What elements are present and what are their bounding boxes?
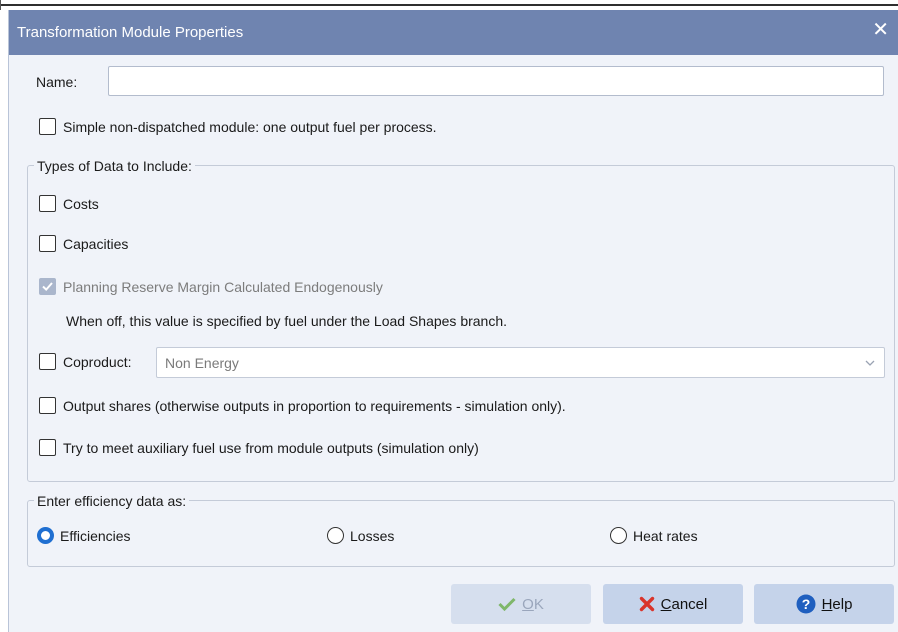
radio-losses[interactable]: Losses <box>327 527 394 544</box>
ok-button[interactable]: OK <box>451 584 591 624</box>
top-left-tick <box>0 0 1 10</box>
coproduct-label: Coproduct: <box>63 353 132 370</box>
transformation-module-properties-dialog: Transformation Module Properties ✕ Name:… <box>8 10 898 632</box>
costs-checkbox-row[interactable]: Costs <box>39 195 99 212</box>
radio-efficiencies-circle[interactable] <box>37 527 54 544</box>
cancel-label-rest: ancel <box>671 595 708 613</box>
question-icon: ? <box>796 594 816 614</box>
efficiency-group <box>27 500 895 567</box>
help-label-underlined: H <box>821 595 833 613</box>
auxiliary-label: Try to meet auxiliary fuel use from modu… <box>63 439 479 456</box>
dialog-titlebar: Transformation Module Properties ✕ <box>9 10 898 55</box>
efficiency-group-title: Enter efficiency data as: <box>34 493 190 509</box>
radio-losses-circle[interactable] <box>327 527 344 544</box>
output-shares-checkbox-row[interactable]: Output shares (otherwise outputs in prop… <box>39 397 566 414</box>
radio-heat-rates-label: Heat rates <box>633 527 698 544</box>
name-input[interactable] <box>108 66 884 96</box>
radio-heat-rates-circle[interactable] <box>610 527 627 544</box>
planning-reserve-checkbox <box>39 278 56 295</box>
red-x-icon <box>639 596 655 612</box>
coproduct-checkbox-row[interactable]: Coproduct: <box>39 353 131 370</box>
ok-label-rest: K <box>533 595 544 613</box>
radio-losses-label: Losses <box>350 527 395 544</box>
top-border-line <box>0 4 898 6</box>
costs-checkbox[interactable] <box>39 195 56 212</box>
simple-module-checkbox[interactable] <box>39 118 56 135</box>
coproduct-checkbox[interactable] <box>39 353 56 370</box>
close-icon[interactable]: ✕ <box>872 20 889 40</box>
planning-reserve-label: Planning Reserve Margin Calculated Endog… <box>63 278 383 295</box>
output-shares-label: Output shares (otherwise outputs in prop… <box>63 397 566 414</box>
output-shares-checkbox[interactable] <box>39 397 56 414</box>
checkmark-icon <box>498 597 516 611</box>
cancel-button[interactable]: Cancel <box>603 584 743 624</box>
checkmark-icon <box>42 282 53 292</box>
simple-module-checkbox-row[interactable]: Simple non-dispatched module: one output… <box>39 118 437 135</box>
help-button[interactable]: ? Help <box>754 584 894 624</box>
costs-label: Costs <box>63 195 99 212</box>
cancel-label-underlined: C <box>660 595 672 613</box>
chevron-down-icon <box>864 356 876 372</box>
ok-label-underlined: O <box>522 595 534 613</box>
capacities-checkbox-row[interactable]: Capacities <box>39 235 128 252</box>
name-label: Name: <box>36 74 78 90</box>
types-of-data-title: Types of Data to Include: <box>34 158 195 174</box>
auxiliary-checkbox-row[interactable]: Try to meet auxiliary fuel use from modu… <box>39 439 479 456</box>
radio-efficiencies-label: Efficiencies <box>60 527 131 544</box>
capacities-label: Capacities <box>63 235 129 252</box>
dialog-title: Transformation Module Properties <box>17 24 244 41</box>
planning-reserve-checkbox-row: Planning Reserve Margin Calculated Endog… <box>39 278 383 295</box>
capacities-checkbox[interactable] <box>39 235 56 252</box>
radio-efficiencies[interactable]: Efficiencies <box>37 527 131 544</box>
coproduct-selected-value: Non Energy <box>165 355 239 371</box>
radio-heat-rates[interactable]: Heat rates <box>610 527 698 544</box>
svg-text:?: ? <box>801 596 810 612</box>
coproduct-select[interactable]: Non Energy <box>156 347 885 378</box>
window-top-edge <box>0 0 898 10</box>
auxiliary-checkbox[interactable] <box>39 439 56 456</box>
help-label-rest: elp <box>832 595 853 613</box>
planning-reserve-note: When off, this value is specified by fue… <box>66 313 508 329</box>
simple-module-label: Simple non-dispatched module: one output… <box>63 118 437 135</box>
